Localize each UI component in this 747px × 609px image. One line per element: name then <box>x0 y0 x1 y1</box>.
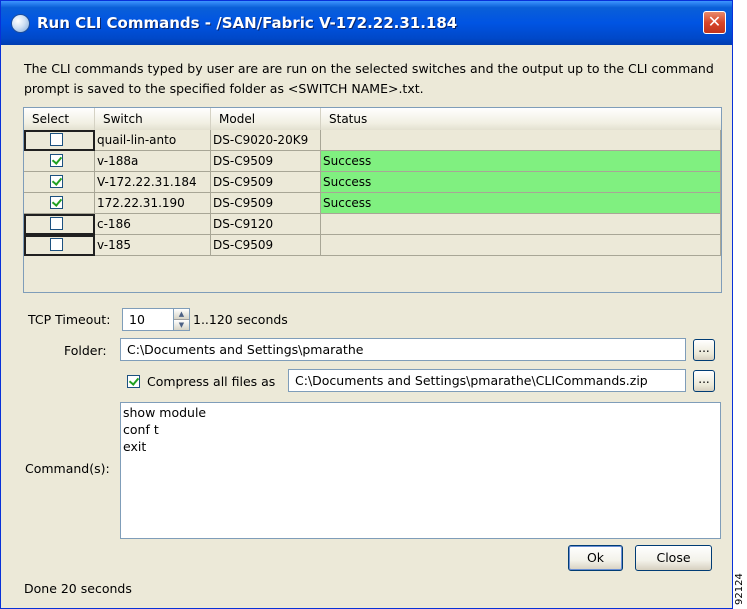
app-globe-icon <box>11 14 30 33</box>
commands-label: Command(s): <box>25 461 110 476</box>
select-cell[interactable] <box>24 214 95 235</box>
status-cell: Success <box>321 151 721 172</box>
compress-label: Compress all files as <box>147 374 276 389</box>
model-cell: DS-C9509 <box>211 193 321 214</box>
status-cell <box>321 214 721 235</box>
table-row[interactable]: v-188a DS-C9509 Success <box>24 151 721 172</box>
tcp-timeout-label: TCP Timeout: <box>28 312 111 327</box>
column-header-status[interactable]: Status <box>321 108 721 130</box>
status-cell <box>321 130 721 151</box>
row-select-checkbox[interactable] <box>50 133 63 146</box>
table-row[interactable]: v-185 DS-C9509 <box>24 235 721 256</box>
switch-cell: v-185 <box>95 235 211 256</box>
switch-table[interactable]: Select Switch Model Status quail-lin-ant… <box>23 107 722 293</box>
tcp-timeout-input[interactable]: 10 <box>122 308 174 331</box>
status-text: Done 20 seconds <box>24 581 132 596</box>
command-line: conf t <box>123 422 159 437</box>
switch-cell: quail-lin-anto <box>95 130 211 151</box>
table-row[interactable]: quail-lin-anto DS-C9020-20K9 <box>24 130 721 151</box>
description-text: The CLI commands typed by user are are r… <box>24 61 714 96</box>
model-cell: DS-C9509 <box>211 235 321 256</box>
status-cell: Success <box>321 193 721 214</box>
column-header-select[interactable]: Select <box>24 108 95 130</box>
table-row[interactable]: c-186 DS-C9120 <box>24 214 721 235</box>
zip-browse-button[interactable]: ... <box>693 370 715 392</box>
spin-up-icon[interactable]: ▲ <box>174 309 189 320</box>
figure-number: 92124 <box>734 573 745 605</box>
table-header: Select Switch Model Status <box>24 108 721 131</box>
command-line: exit <box>123 439 147 454</box>
ok-button[interactable]: Ok <box>568 545 623 571</box>
tcp-timeout-range: 1..120 seconds <box>193 312 288 327</box>
switch-cell: V-172.22.31.184 <box>95 172 211 193</box>
spin-down-icon[interactable]: ▼ <box>174 320 189 330</box>
title-bar[interactable]: Run CLI Commands - /SAN/Fabric V-172.22.… <box>1 1 732 45</box>
select-cell[interactable] <box>24 172 95 193</box>
tcp-timeout-stepper[interactable]: ▲ ▼ <box>173 308 190 331</box>
compress-checkbox[interactable] <box>127 375 140 388</box>
model-cell: DS-C9120 <box>211 214 321 235</box>
table-row[interactable]: 172.22.31.190 DS-C9509 Success <box>24 193 721 214</box>
select-cell[interactable] <box>24 235 95 256</box>
commands-textarea[interactable]: show module conf t exit <box>120 402 721 539</box>
row-select-checkbox[interactable] <box>50 238 63 251</box>
model-cell: DS-C9509 <box>211 172 321 193</box>
close-button[interactable]: Close <box>635 545 712 571</box>
folder-label: Folder: <box>64 343 107 358</box>
status-cell <box>321 235 721 256</box>
select-cell[interactable] <box>24 130 95 151</box>
model-cell: DS-C9020-20K9 <box>211 130 321 151</box>
model-cell: DS-C9509 <box>211 151 321 172</box>
column-header-switch[interactable]: Switch <box>95 108 211 130</box>
row-select-checkbox[interactable] <box>50 154 63 167</box>
run-cli-commands-dialog: Run CLI Commands - /SAN/Fabric V-172.22.… <box>0 0 733 609</box>
zip-path-input[interactable]: C:\Documents and Settings\pmarathe\CLICo… <box>288 369 686 392</box>
row-select-checkbox[interactable] <box>50 196 63 209</box>
close-window-button[interactable]: ✕ <box>703 11 726 34</box>
status-cell: Success <box>321 172 721 193</box>
row-select-checkbox[interactable] <box>50 175 63 188</box>
table-empty-area <box>24 256 721 292</box>
switch-cell: 172.22.31.190 <box>95 193 211 214</box>
select-cell[interactable] <box>24 151 95 172</box>
switch-cell: c-186 <box>95 214 211 235</box>
switch-cell: v-188a <box>95 151 211 172</box>
folder-input[interactable]: C:\Documents and Settings\pmarathe <box>120 338 686 361</box>
close-icon: ✕ <box>707 12 722 31</box>
folder-browse-button[interactable]: ... <box>693 339 715 361</box>
row-select-checkbox[interactable] <box>50 217 63 230</box>
command-line: show module <box>123 405 207 420</box>
window-title: Run CLI Commands - /SAN/Fabric V-172.22.… <box>37 14 458 32</box>
table-row[interactable]: V-172.22.31.184 DS-C9509 Success <box>24 172 721 193</box>
column-header-model[interactable]: Model <box>211 108 321 130</box>
select-cell[interactable] <box>24 193 95 214</box>
